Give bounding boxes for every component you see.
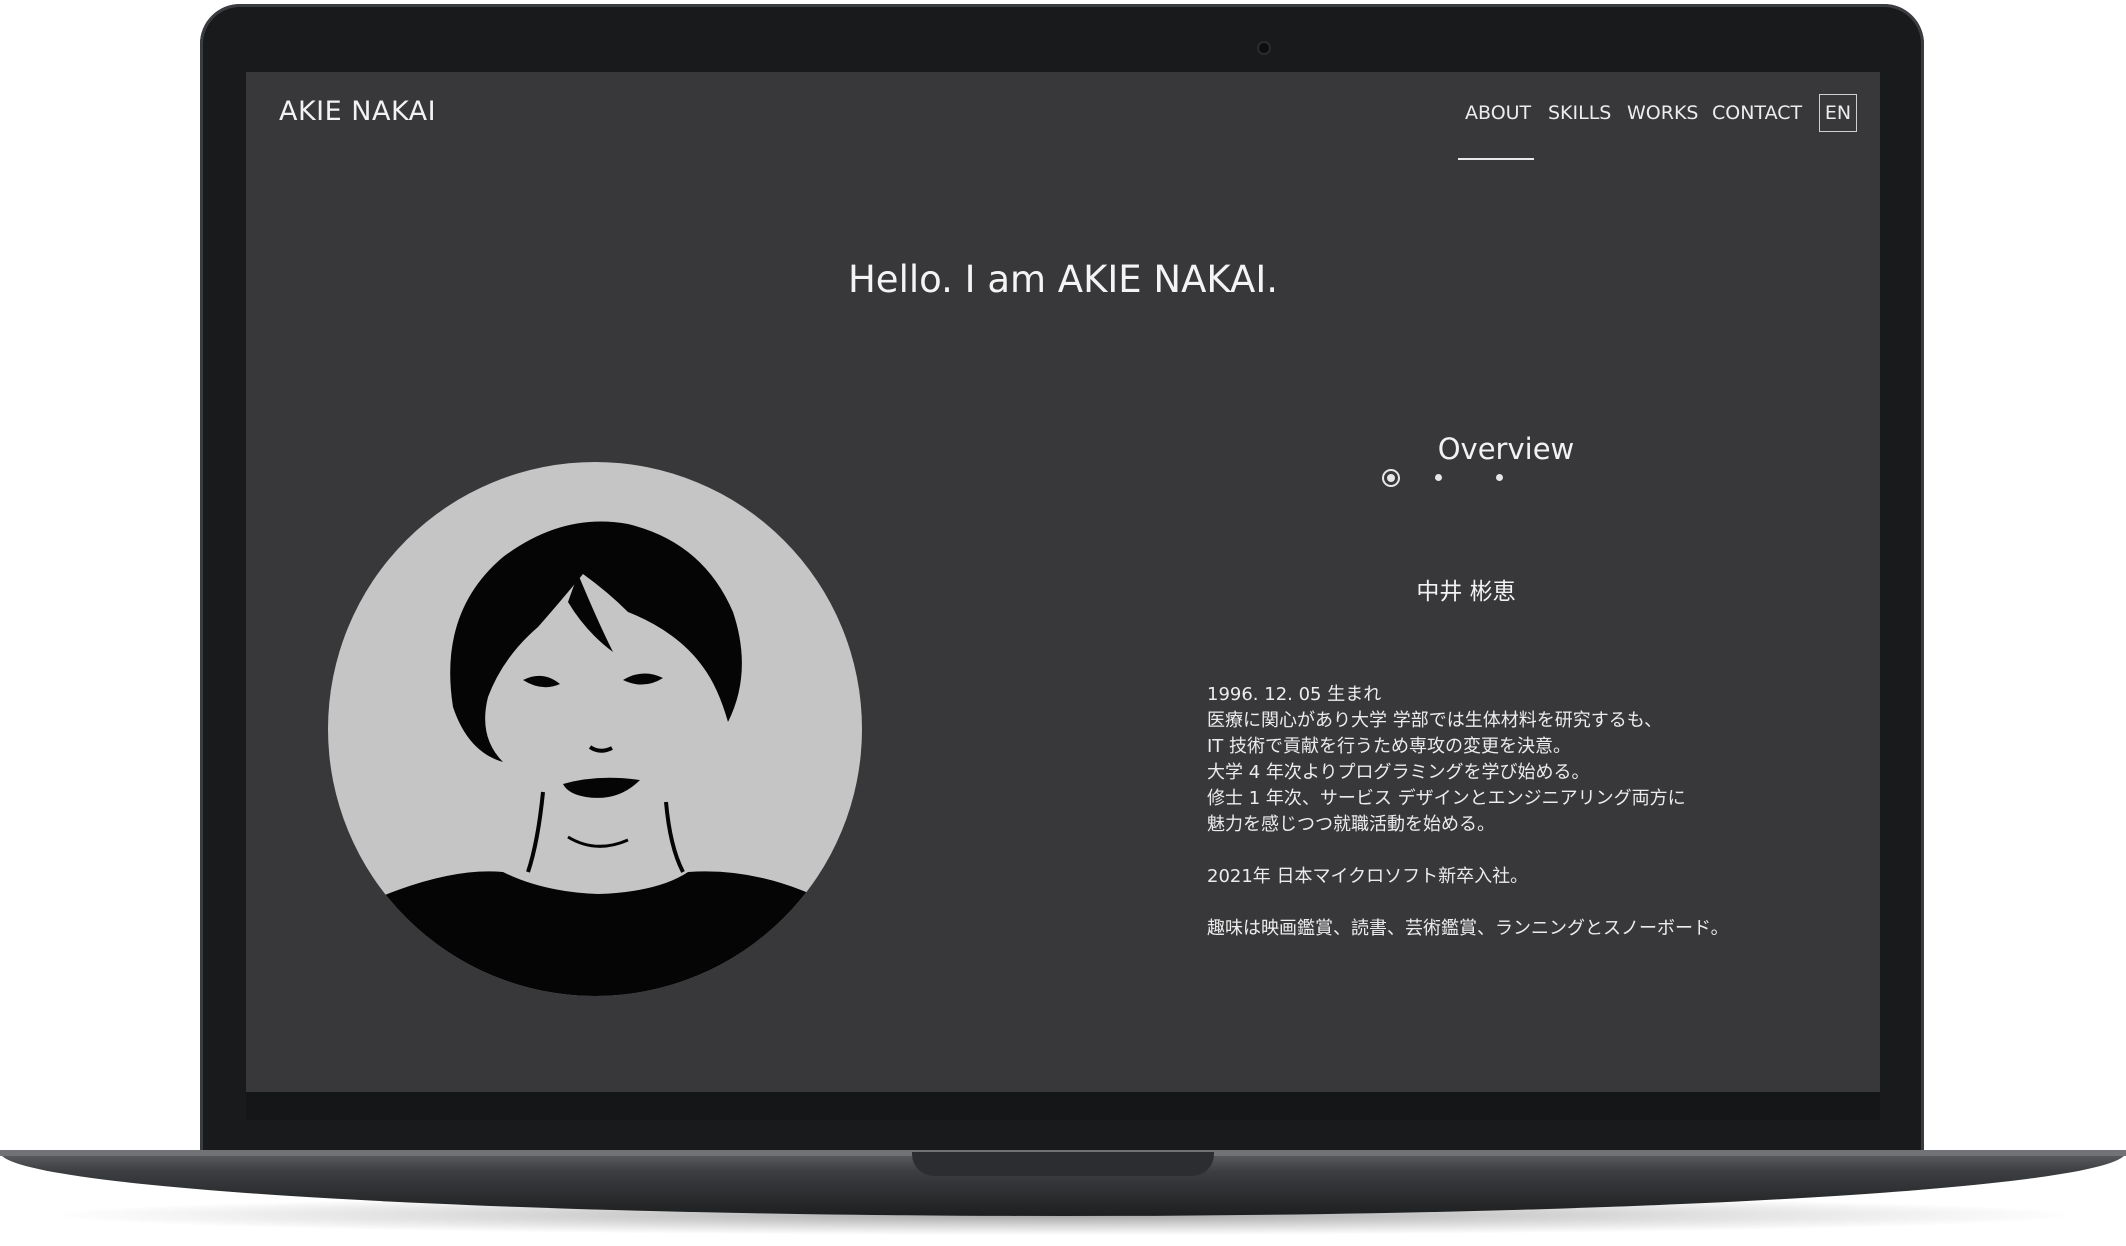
carousel-pagination [246, 469, 1880, 493]
top-nav: ABOUT SKILLS WORKS CONTACT [246, 102, 1880, 142]
bio-line: 魅力を感じつつ就職活動を始める。 [1207, 814, 1495, 835]
screen-bezel-bottom [246, 1092, 1880, 1120]
profile-bio: 1996. 12. 05 生まれ 医療に関心があり大学 学部では生体材料を研究す… [1207, 682, 1827, 942]
language-toggle-button[interactable]: EN [1819, 94, 1857, 132]
bio-line: 2021年 日本マイクロソフト新卒入社。 [1207, 866, 1529, 887]
bio-line: 1996. 12. 05 生まれ [1207, 684, 1382, 705]
carousel-dot-1[interactable] [1382, 469, 1400, 487]
nav-about[interactable]: ABOUT [1465, 102, 1531, 124]
carousel-dot-2[interactable] [1435, 474, 1442, 481]
camera-icon [1257, 41, 1271, 55]
bio-line: IT 技術で貢献を行うため専攻の変更を決意。 [1207, 736, 1572, 757]
lid-opening-notch [912, 1152, 1214, 1176]
carousel-dot-3[interactable] [1496, 474, 1503, 481]
profile-avatar [328, 462, 862, 996]
bio-line: 修士 1 年次、サービス デザインとエンジニアリング両方に [1207, 788, 1686, 809]
nav-contact[interactable]: CONTACT [1712, 102, 1802, 124]
bio-spacer [1207, 838, 1827, 864]
nav-skills[interactable]: SKILLS [1548, 102, 1611, 124]
bio-line: 大学 4 年次よりプログラミングを学び始める。 [1207, 762, 1590, 783]
hero-title: Hello. I am AKIE NAKAI. [847, 258, 1279, 301]
bio-line: 趣味は映画鑑賞、読書、芸術鑑賞、ランニングとスノーボード。 [1207, 918, 1729, 939]
nav-works[interactable]: WORKS [1627, 102, 1698, 124]
portrait-illustration [328, 521, 862, 996]
profile-name: 中井 彬恵 [1416, 579, 1516, 605]
browser-viewport: AKIE NAKAI ABOUT SKILLS WORKS CONTACT EN… [246, 72, 1880, 1092]
active-nav-indicator [1458, 158, 1534, 160]
bio-spacer [1207, 890, 1827, 916]
section-title-overview: Overview [1437, 432, 1575, 466]
bio-line: 医療に関心があり大学 学部では生体材料を研究するも、 [1207, 710, 1663, 731]
